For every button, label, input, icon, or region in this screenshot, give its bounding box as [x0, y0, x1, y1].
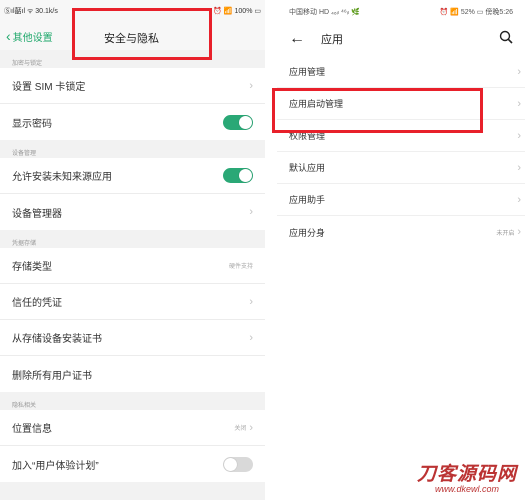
row-unknown-sources[interactable]: 允许安装未知来源应用 [0, 158, 265, 194]
chevron-right-icon: › [249, 295, 253, 308]
status-right: ⏰ 📶 52% ▭ 傍晚5:26 [439, 9, 513, 16]
row-label: 允许安装未知来源应用 [12, 172, 112, 183]
chevron-right-icon: › [517, 65, 521, 78]
row-show-password[interactable]: 显示密码 [0, 104, 265, 140]
chevron-right-icon: › [517, 193, 521, 206]
settings-group: 设置 SIM 卡锁定 › 显示密码 [0, 68, 265, 140]
show-password-toggle[interactable] [223, 114, 253, 130]
left-phone-screen: Ⓢıl嚭ıl ᯤ 30.1k/s ⏰ 📶 100% ▭ ‹ 其他设置 安全与隐私… [0, 0, 265, 500]
settings-group: 允许安装未知来源应用 设备管理器 › [0, 158, 265, 230]
right-phone-screen: 中国移动 HD ₄₆ᵢₗ ⁴⁶ᵢₗ 🌿 ⏰ 📶 52% ▭ 傍晚5:26 ← 应… [277, 0, 525, 500]
section-header: 凭据存储 [12, 241, 37, 247]
chevron-right-icon: › [249, 421, 253, 434]
row-app-assistant[interactable]: 应用助手 › [277, 184, 525, 216]
row-value: 未开启 [496, 230, 515, 237]
row-clear-certs[interactable]: 删除所有用户证书 [0, 356, 265, 392]
settings-group: 位置信息 关闭 › 加入“用户体验计划” [0, 410, 265, 482]
row-app-twin[interactable]: 应用分身 未开启 › [277, 216, 525, 248]
app-settings-list: 应用管理 › 应用启动管理 › 权限管理 › 默认应用 › 应用助手 › 应用分… [277, 56, 525, 248]
chevron-right-icon: › [249, 79, 253, 92]
row-label: 显示密码 [12, 118, 52, 130]
back-button[interactable]: ‹ 其他设置 [0, 29, 53, 44]
chevron-left-icon: ‹ [6, 28, 11, 44]
chevron-right-icon: › [517, 161, 521, 174]
row-storage-type: 存储类型 硬件支持 [0, 248, 265, 284]
row-label: 应用分身 [289, 227, 326, 238]
row-label: 应用助手 [289, 195, 326, 205]
row-label: 应用管理 [289, 67, 326, 77]
page-title: 应用 [321, 34, 343, 46]
row-default-apps[interactable]: 默认应用 › [277, 152, 525, 184]
section-header: 设备管理 [12, 151, 37, 157]
status-bar: 中国移动 HD ₄₆ᵢₗ ⁴⁶ᵢₗ 🌿 ⏰ 📶 52% ▭ 傍晚5:26 [277, 0, 525, 24]
row-device-admin[interactable]: 设备管理器 › [0, 194, 265, 230]
row-label: 信任的凭证 [12, 298, 62, 309]
highlight-box-app-launch [272, 88, 483, 133]
user-experience-toggle[interactable] [223, 456, 253, 472]
arrow-left-icon[interactable]: ← [289, 30, 305, 48]
row-user-experience[interactable]: 加入“用户体验计划” [0, 446, 265, 482]
chevron-right-icon: › [517, 129, 521, 142]
row-label: 设置 SIM 卡锁定 [12, 82, 86, 93]
back-label: 其他设置 [12, 32, 53, 44]
row-location[interactable]: 位置信息 关闭 › [0, 410, 265, 446]
watermark: 刀客源码网 www.dkewl.com [417, 459, 517, 494]
chevron-right-icon: › [517, 97, 521, 110]
row-label: 设备管理器 [12, 208, 62, 220]
row-value: 关闭 [234, 426, 247, 432]
status-right: ⏰ 📶 100% ▭ [213, 8, 261, 15]
search-icon[interactable] [499, 30, 513, 49]
settings-group: 存储类型 硬件支持 信任的凭证 › 从存储设备安装证书 › 删除所有用户证书 [0, 248, 265, 392]
nav-bar: ← 应用 [277, 24, 525, 54]
chevron-right-icon: › [249, 331, 253, 344]
row-value: 硬件支持 [228, 264, 253, 270]
row-label: 位置信息 [12, 424, 52, 435]
status-carrier: Ⓢıl嚭ıl ᯤ 30.1k/s [4, 8, 58, 15]
row-label: 删除所有用户证书 [12, 370, 92, 382]
unknown-sources-toggle[interactable] [223, 168, 253, 183]
status-carrier: 中国移动 HD ₄₆ᵢₗ ⁴⁶ᵢₗ 🌿 [289, 9, 360, 16]
row-label: 从存储设备安装证书 [12, 334, 102, 345]
row-trusted-credentials[interactable]: 信任的凭证 › [0, 284, 265, 320]
row-sim-lock[interactable]: 设置 SIM 卡锁定 › [0, 68, 265, 104]
highlight-box-title [72, 8, 212, 60]
section-header: 隐私相关 [12, 403, 37, 409]
row-label: 加入“用户体验计划” [12, 460, 99, 472]
watermark-logo-text: 刀客源码网 [416, 463, 517, 485]
row-label: 存储类型 [12, 262, 52, 273]
row-install-cert[interactable]: 从存储设备安装证书 › [0, 320, 265, 356]
row-label: 默认应用 [289, 163, 326, 173]
chevron-right-icon: › [517, 226, 521, 238]
row-app-management[interactable]: 应用管理 › [277, 56, 525, 88]
chevron-right-icon: › [249, 206, 253, 218]
